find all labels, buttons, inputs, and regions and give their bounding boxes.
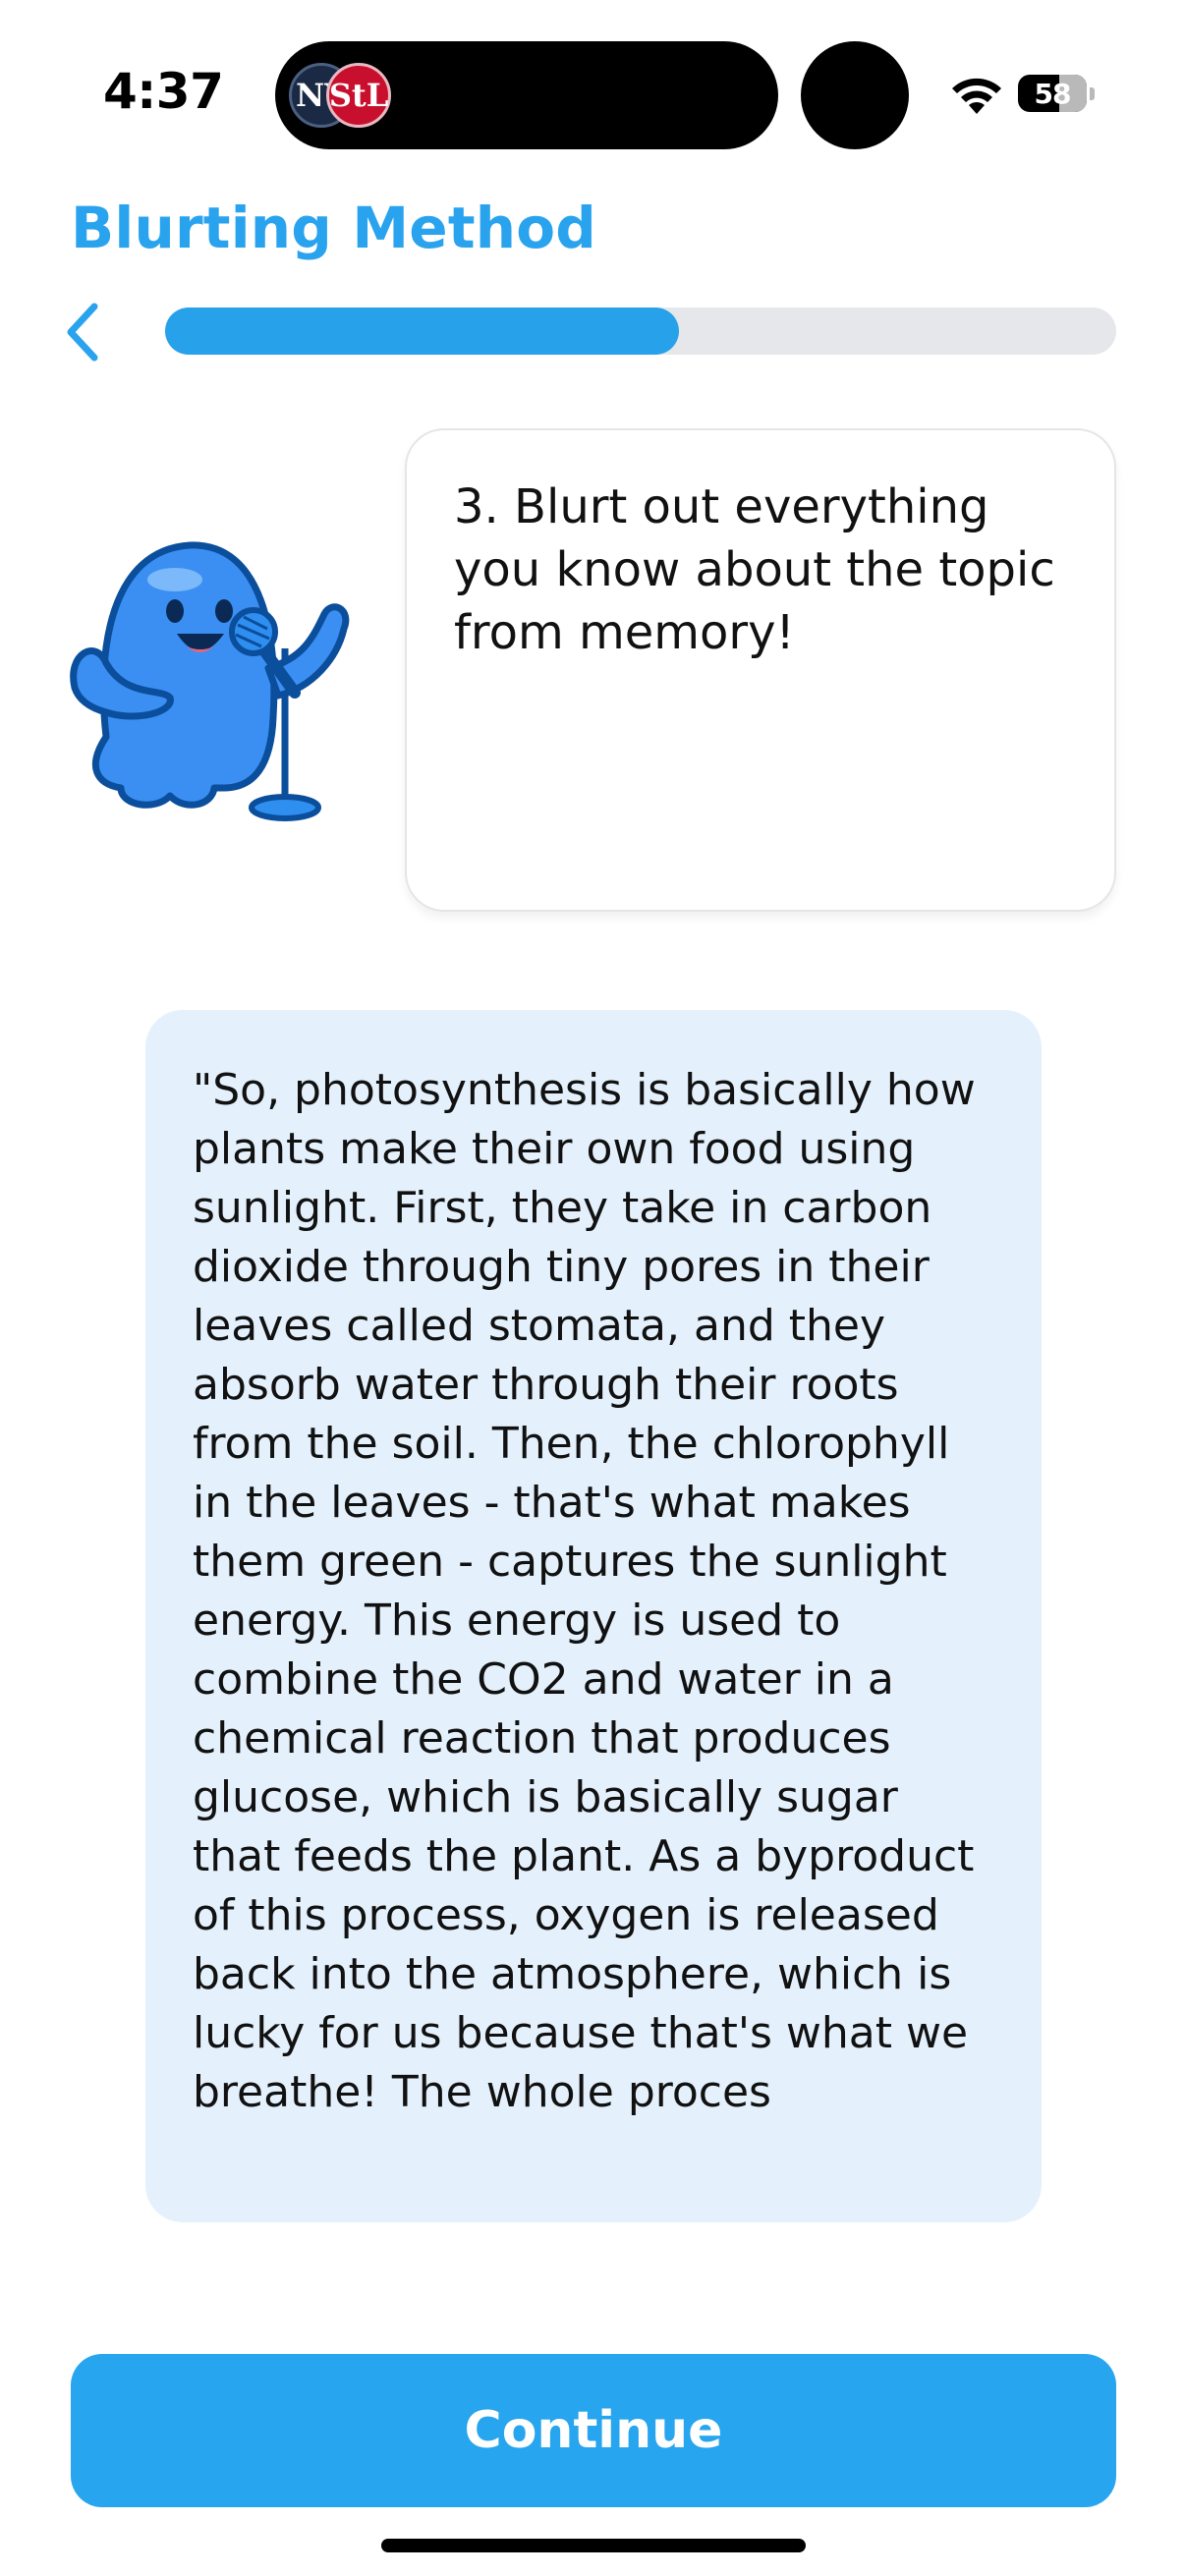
blurt-response-text: "So, photosynthesis is basically how pla… — [193, 1065, 976, 2117]
wifi-icon — [952, 78, 1001, 114]
blurting-method-screen: 4:37 NY StL 58 Blurting Method 3. Blurt … — [0, 0, 1185, 2576]
battery-tip — [1090, 87, 1095, 100]
progress-fill — [165, 308, 679, 355]
team-logo-right: StL — [326, 63, 391, 128]
blurt-response-card[interactable]: "So, photosynthesis is basically how pla… — [145, 1010, 1042, 2222]
blue-blob-with-microphone-icon — [70, 541, 350, 821]
continue-button[interactable]: Continue — [71, 2354, 1116, 2507]
home-indicator[interactable] — [381, 2539, 806, 2552]
status-time: 4:37 — [103, 63, 224, 120]
dynamic-island[interactable]: NY StL — [275, 41, 778, 149]
page-title: Blurting Method — [71, 195, 597, 261]
battery-icon: 58 — [1018, 75, 1087, 112]
battery-level: 58 — [1034, 77, 1072, 110]
prompt-text: 3. Blurt out everything you know about t… — [454, 479, 1055, 660]
back-button[interactable] — [57, 297, 108, 367]
chevron-left-icon — [67, 303, 98, 362]
progress-bar — [165, 308, 1116, 355]
camera-cutout — [801, 41, 909, 149]
prompt-bubble: 3. Blurt out everything you know about t… — [405, 428, 1116, 912]
